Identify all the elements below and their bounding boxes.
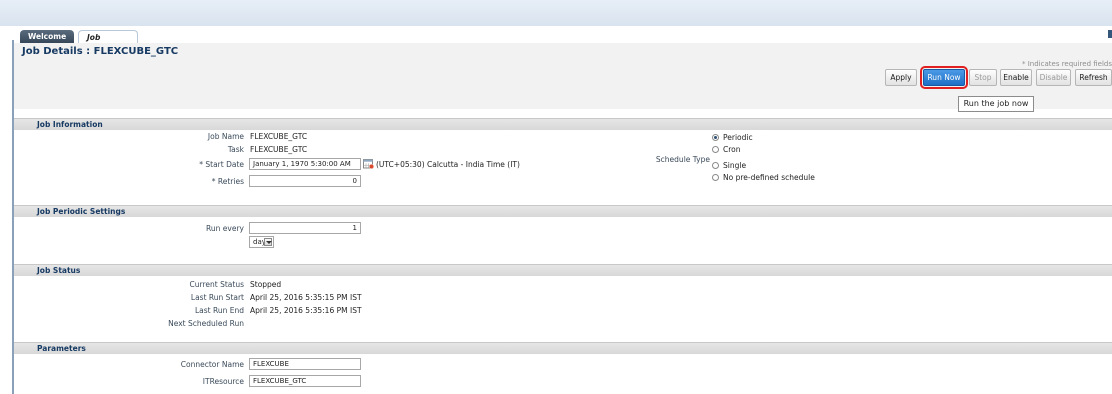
- tab-welcome[interactable]: Welcome: [20, 30, 74, 43]
- run-every-unit-select[interactable]: days: [249, 236, 274, 248]
- run-now-button[interactable]: Run Now: [920, 66, 968, 89]
- refresh-button[interactable]: Refresh: [1075, 69, 1112, 86]
- required-fields-note: * Indicates required fields: [1022, 60, 1112, 68]
- stop-button[interactable]: Stop: [969, 69, 997, 86]
- start-date-label: * Start Date: [199, 160, 244, 169]
- task-label: Task: [227, 145, 244, 154]
- radio-cron[interactable]: [712, 146, 719, 153]
- schedule-type-label: Schedule Type: [655, 155, 710, 164]
- disable-button[interactable]: Disable: [1036, 69, 1071, 86]
- radio-cron-label: Cron: [723, 145, 741, 154]
- section-heading: Job Status: [37, 266, 81, 275]
- calendar-icon[interactable]: [363, 158, 374, 169]
- itresource-label: ITResource: [202, 377, 244, 386]
- last-run-start-value: April 25, 2016 5:35:15 PM IST: [250, 293, 362, 302]
- current-status-label: Current Status: [189, 280, 244, 289]
- start-date-input[interactable]: January 1, 1970 5:30:00 AM: [249, 158, 361, 170]
- task-value: FLEXCUBE_GTC: [250, 145, 308, 154]
- connector-name-label: Connector Name: [180, 360, 244, 369]
- job-name-value: FLEXCUBE_GTC: [250, 132, 308, 141]
- radio-periodic[interactable]: [712, 134, 719, 141]
- run-now-tooltip: Run the job now: [958, 96, 1034, 112]
- section-parameters: Parameters: [14, 342, 1112, 354]
- itresource-input[interactable]: FLEXCUBE_GTC: [249, 375, 361, 387]
- tab-job-details[interactable]: Job Details: [78, 30, 138, 55]
- section-job-periodic-settings: Job Periodic Settings: [14, 205, 1112, 217]
- radio-no-schedule-label: No pre-defined schedule: [723, 173, 815, 182]
- connector-name-input[interactable]: FLEXCUBE: [249, 358, 361, 370]
- section-heading: Parameters: [37, 344, 86, 353]
- enable-button[interactable]: Enable: [1000, 69, 1032, 86]
- last-run-end-label: Last Run End: [194, 306, 244, 315]
- page-title: Job Details : FLEXCUBE_GTC: [22, 46, 179, 57]
- last-run-end-value: April 25, 2016 5:35:16 PM IST: [250, 306, 362, 315]
- job-name-label: Job Name: [207, 132, 244, 141]
- section-job-status: Job Status: [14, 264, 1112, 276]
- section-heading: Job Periodic Settings: [37, 207, 126, 216]
- timezone-text: (UTC+05:30) Calcutta - India Time (IT): [376, 160, 520, 169]
- run-every-label: Run every: [206, 224, 244, 233]
- panel-edge-marker: [1108, 30, 1112, 38]
- section-heading: Job Information: [37, 120, 103, 129]
- section-job-information: Job Information: [14, 118, 1112, 130]
- chevron-down-icon[interactable]: [264, 238, 272, 246]
- top-band: [0, 0, 1112, 26]
- retries-label: * Retries: [211, 177, 244, 186]
- run-every-input[interactable]: 1: [249, 222, 361, 234]
- retries-input[interactable]: 0: [249, 175, 361, 187]
- apply-button[interactable]: Apply: [885, 69, 917, 86]
- radio-no-schedule[interactable]: [712, 174, 719, 181]
- radio-single[interactable]: [712, 162, 719, 169]
- current-status-value: Stopped: [250, 280, 282, 289]
- radio-single-label: Single: [723, 161, 747, 170]
- next-scheduled-run-label: Next Scheduled Run: [168, 319, 244, 328]
- last-run-start-label: Last Run Start: [190, 293, 244, 302]
- radio-periodic-label: Periodic: [723, 133, 753, 142]
